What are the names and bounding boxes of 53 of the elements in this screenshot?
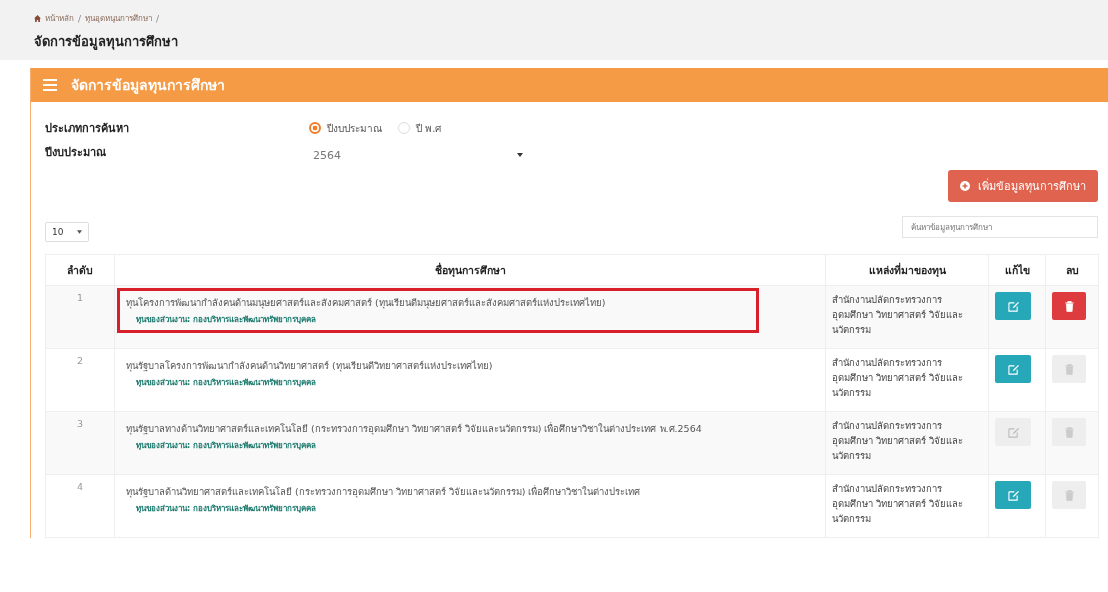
- table-cell: สำนักงานปลัดกระทรวงการอุดมศึกษา วิทยาศาสตร์ วิจัยและนวัตกรรม: [825, 411, 989, 475]
- menu-icon: [43, 79, 57, 91]
- edit-icon: [1007, 300, 1019, 312]
- column-header[interactable]: ลบ: [1045, 254, 1099, 286]
- table-cell: สำนักงานปลัดกระทรวงการอุดมศึกษา วิทยาศาสตร์ วิจัยและนวัตกรรม: [825, 474, 989, 538]
- breadcrumb-separator: /: [156, 13, 160, 24]
- field-label: ปีงบประมาณ: [45, 145, 107, 161]
- plus-circle-icon: [960, 181, 970, 191]
- table-cell: 1: [45, 285, 115, 349]
- panel-title: จัดการข้อมูลทุนการศึกษา: [71, 76, 225, 96]
- trash-icon: [1064, 363, 1074, 375]
- column-header[interactable]: แก้ไข: [988, 254, 1046, 286]
- edit-button[interactable]: [995, 481, 1031, 509]
- page-title: จัดการข้อมูลทุนการศึกษา: [34, 33, 179, 52]
- table-cell: สำนักงานปลัดกระทรวงการอุดมศึกษา วิทยาศาสตร์ วิจัยและนวัตกรรม: [825, 348, 989, 412]
- edit-icon: [1007, 426, 1019, 438]
- caret-icon: [517, 153, 523, 157]
- scholarship-name: ทุนรัฐบาลด้านวิทยาศาสตร์และเทคโนโลยี (กระทรวงการอุดมศึกษา วิทยาศาสตร์ วิจัยและนวัตกรรม) เพื่อศึกษาวิชาในต่างประเทศ: [126, 484, 642, 499]
- scholarship-name: ทุนรัฐบาลโครงการพัฒนากำลังคนด้านวิทยาศาสตร์ (ทุนเรียนดีวิทยาศาสตร์แห่งประเทศไทย): [126, 359, 494, 373]
- year-select[interactable]: 2564: [309, 142, 527, 168]
- scholarship-name: ทุนโครงการพัฒนากำลังคนด้านมนุษยศาสตร์และสังคมศาสตร์ (ทุนเรียนดีมนุษยศาสตร์และสังคมศาสตร์แห่งประเทศไทย): [126, 296, 607, 310]
- caret-icon: [77, 230, 83, 234]
- table-cell: 4: [45, 474, 115, 538]
- unit-text: ทุนของส่วนงาน: กองบริหารและพัฒนาทรัพยากรบุคคล: [136, 377, 317, 389]
- table-cell: 3: [45, 411, 115, 475]
- edit-button[interactable]: [995, 292, 1031, 320]
- table-cell: 2: [45, 348, 115, 412]
- search-field[interactable]: ค้นหาข้อมูลทุนการศึกษา: [902, 216, 1098, 238]
- scholarship-name: ทุนรัฐบาลทางด้านวิทยาศาสตร์และเทคโนโลยี (กระทรวงการอุดมศึกษา วิทยาศาสตร์ วิจัยและนวัตกรรม) เพื่อศึกษาวิชาในต่างประเทศ พ.ศ.2564: [126, 421, 703, 436]
- breadcrumb-link[interactable]: ทุนอุดหนุนการศึกษา: [85, 12, 153, 25]
- page-length-select[interactable]: 10: [45, 222, 90, 242]
- edit-button[interactable]: [995, 418, 1031, 446]
- radio-option[interactable]: ปีงบประมาณ: [309, 120, 382, 136]
- unit-text: ทุนของส่วนงาน: กองบริหารและพัฒนาทรัพยากรบุคคล: [136, 314, 317, 326]
- radio-button[interactable]: [309, 122, 321, 134]
- unit-text: ทุนของส่วนงาน: กองบริหารและพัฒนาทรัพยากรบุคคล: [136, 503, 317, 515]
- home-icon: [34, 15, 41, 22]
- trash-icon: [1064, 300, 1074, 312]
- unit-text: ทุนของส่วนงาน: กองบริหารและพัฒนาทรัพยากรบุคคล: [136, 440, 317, 452]
- column-header[interactable]: ชื่อทุนการศึกษา: [114, 254, 826, 286]
- column-header[interactable]: ลำดับ: [45, 254, 115, 286]
- trash-icon: [1064, 426, 1074, 438]
- radio-option[interactable]: ปี พ.ศ: [398, 120, 442, 136]
- edit-icon: [1007, 363, 1019, 375]
- breadcrumb-link[interactable]: หน้าหลัก: [45, 12, 74, 25]
- trash-icon: [1064, 489, 1074, 501]
- delete-button[interactable]: [1052, 292, 1086, 320]
- breadcrumb-separator: /: [78, 13, 82, 24]
- field-label: ประเภทการค้นหา: [45, 121, 130, 137]
- edit-icon: [1007, 489, 1019, 501]
- table-cell: สำนักงานปลัดกระทรวงการอุดมศึกษา วิทยาศาสตร์ วิจัยและนวัตกรรม: [825, 285, 989, 349]
- column-header[interactable]: แหล่งที่มาของทุน: [825, 254, 989, 286]
- edit-button[interactable]: [995, 355, 1031, 383]
